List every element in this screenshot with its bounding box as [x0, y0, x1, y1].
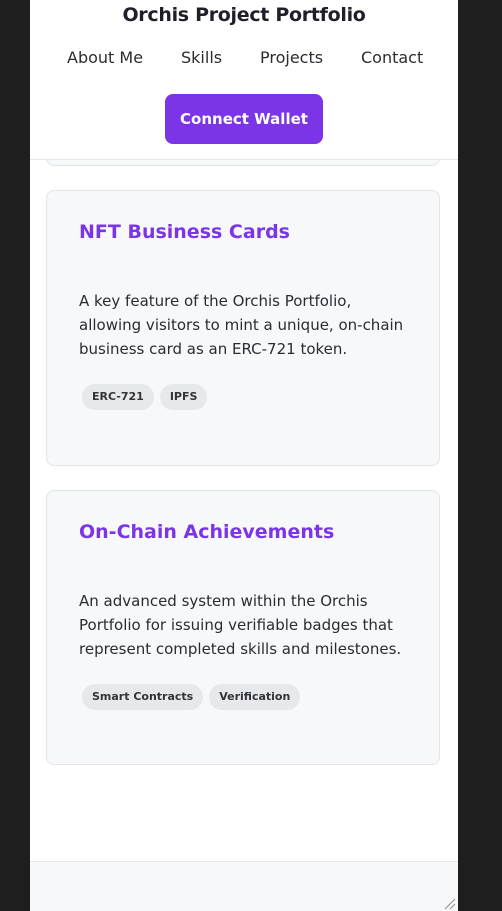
- nav-link-contact[interactable]: Contact: [361, 48, 423, 67]
- project-description: A key feature of the Orchis Portfolio, a…: [79, 292, 404, 358]
- nav-link-skills[interactable]: Skills: [181, 48, 222, 67]
- project-card-on-chain-achievements: On-Chain Achievements An advanced system…: [46, 490, 440, 765]
- tag-ipfs: IPFS: [159, 384, 208, 410]
- project-description: An advanced system within the Orchis Por…: [79, 592, 402, 658]
- tag-erc-721: ERC-721: [82, 384, 154, 410]
- site-title: Orchis Project Portfolio: [122, 4, 366, 26]
- project-title: On-Chain Achievements: [79, 521, 335, 543]
- project-tags: ERC-721 IPFS: [82, 384, 213, 410]
- project-card-nft-business-cards: NFT Business Cards A key feature of the …: [46, 190, 440, 466]
- nav-link-projects[interactable]: Projects: [260, 48, 323, 67]
- page-viewport: NFT Business Cards A key feature of the …: [30, 0, 458, 911]
- tag-smart-contracts: Smart Contracts: [82, 684, 204, 710]
- site-header: Orchis Project Portfolio About Me Skills…: [30, 0, 458, 160]
- footer-bar: [30, 861, 458, 911]
- project-title: NFT Business Cards: [79, 221, 290, 243]
- project-tags: Smart Contracts Verification: [82, 684, 306, 710]
- connect-wallet-button[interactable]: Connect Wallet: [165, 94, 323, 144]
- resize-grip-icon[interactable]: [442, 896, 456, 910]
- nav-link-about-me[interactable]: About Me: [67, 48, 143, 67]
- tag-verification: Verification: [209, 684, 301, 710]
- main-nav: About Me Skills Projects Contact: [30, 48, 458, 68]
